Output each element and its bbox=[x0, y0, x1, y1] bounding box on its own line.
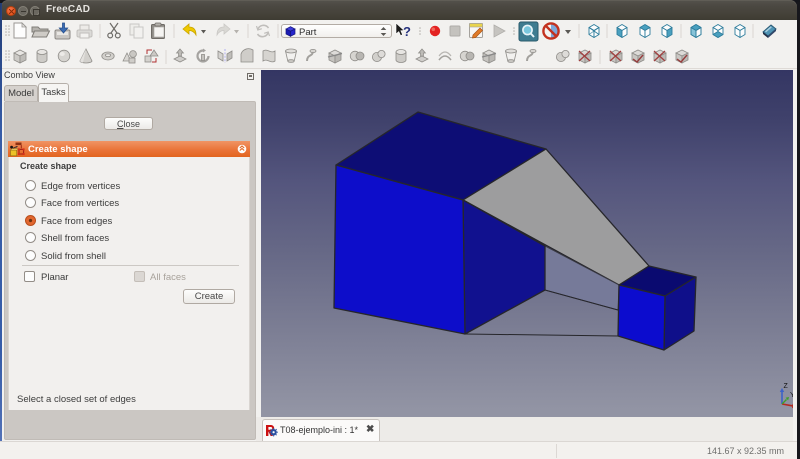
svg-text:?: ? bbox=[403, 24, 411, 39]
svg-text:Y: Y bbox=[790, 392, 793, 399]
svg-text:Z: Z bbox=[784, 383, 789, 390]
